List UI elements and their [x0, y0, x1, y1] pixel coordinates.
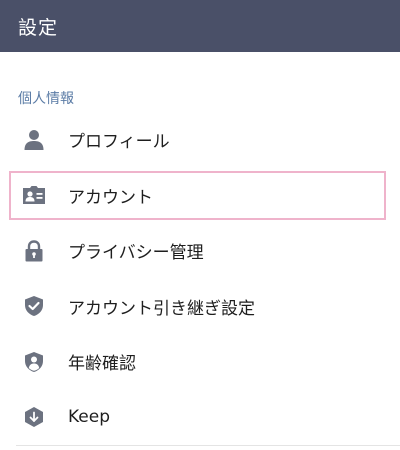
menu-item-label: プロフィール: [68, 132, 170, 153]
keep-icon: [22, 405, 46, 429]
menu-item-account-transfer[interactable]: アカウント引き継ぎ設定: [0, 279, 400, 335]
person-icon: [22, 128, 46, 152]
top-bar: 設定: [0, 0, 400, 52]
menu-item-label: Keep: [68, 407, 111, 428]
list-divider: [16, 445, 400, 446]
menu-item-label: アカウント: [68, 187, 153, 208]
page-title: 設定: [18, 16, 59, 39]
id-card-icon: [22, 183, 46, 207]
shield-person-icon: [22, 350, 46, 374]
menu-item-label: 年齢確認: [68, 354, 136, 375]
shield-check-icon: [22, 294, 46, 318]
menu-item-privacy[interactable]: プライバシー管理: [0, 223, 400, 279]
menu-item-label: プライバシー管理: [68, 243, 204, 264]
settings-menu: プロフィール アカウント プライバシー管理 アカウント引き継ぎ設定 年齢確認 K…: [0, 112, 400, 445]
lock-icon: [22, 239, 46, 263]
menu-item-label: アカウント引き継ぎ設定: [68, 298, 255, 319]
menu-item-keep[interactable]: Keep: [0, 390, 400, 446]
menu-item-account[interactable]: アカウント: [0, 168, 400, 224]
menu-item-profile[interactable]: プロフィール: [0, 112, 400, 168]
menu-item-age-verification[interactable]: 年齢確認: [0, 334, 400, 390]
section-header-personal-info: 個人情報: [18, 91, 74, 107]
